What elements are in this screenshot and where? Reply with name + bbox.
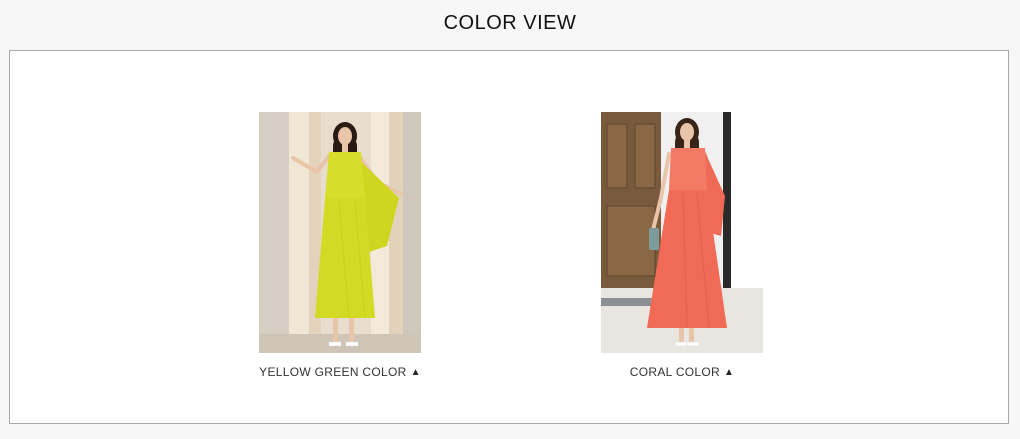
triangle-up-icon[interactable]: ▲ xyxy=(724,367,734,378)
triangle-up-icon[interactable]: ▲ xyxy=(411,367,421,378)
color-view-page: COLOR VIEW YELLOW GREEN COLOR ▲ CORAL CO… xyxy=(0,0,1020,439)
color-view-frame: YELLOW GREEN COLOR ▲ CORAL COLOR ▲ xyxy=(9,50,1009,424)
color-caption-yellow-green[interactable]: YELLOW GREEN COLOR ▲ xyxy=(259,365,421,379)
caption-label[interactable]: CORAL COLOR xyxy=(630,365,720,379)
caption-label[interactable]: YELLOW GREEN COLOR xyxy=(259,365,406,379)
product-photo-yellow-green[interactable] xyxy=(259,112,421,353)
page-title: COLOR VIEW xyxy=(443,12,577,34)
product-photo-coral[interactable] xyxy=(601,112,763,353)
color-card-coral[interactable]: CORAL COLOR ▲ xyxy=(601,112,763,379)
color-card-yellow-green[interactable]: YELLOW GREEN COLOR ▲ xyxy=(259,112,421,379)
color-caption-coral[interactable]: CORAL COLOR ▲ xyxy=(601,365,763,379)
